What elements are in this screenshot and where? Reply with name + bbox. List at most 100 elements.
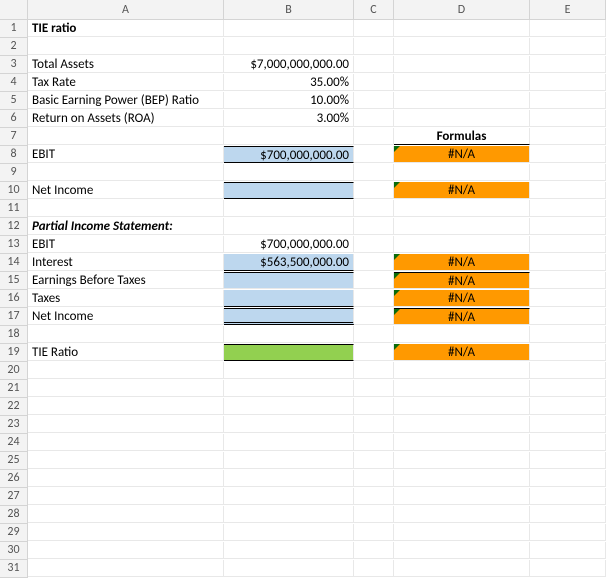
row-header-30[interactable]: 30 xyxy=(0,542,28,560)
row-header-9[interactable]: 9 xyxy=(0,164,28,182)
cell-A19[interactable]: TIE Ratio xyxy=(28,344,224,361)
cell-D8[interactable]: #N/A xyxy=(394,146,530,163)
cell-B23[interactable] xyxy=(224,416,354,433)
cell-D12[interactable] xyxy=(394,218,530,235)
cell-B22[interactable] xyxy=(224,398,354,415)
col-header-B[interactable]: B xyxy=(224,0,354,20)
row-header-23[interactable]: 23 xyxy=(0,416,28,434)
cell-E23[interactable] xyxy=(530,416,606,433)
cell-E10[interactable] xyxy=(530,182,606,199)
cell-C14[interactable] xyxy=(354,254,394,271)
cell-A26[interactable] xyxy=(28,470,224,487)
cell-A10[interactable]: Net Income xyxy=(28,182,224,199)
cell-B2[interactable] xyxy=(224,38,354,55)
cell-B7[interactable] xyxy=(224,128,354,145)
cell-C2[interactable] xyxy=(354,38,394,55)
row-header-28[interactable]: 28 xyxy=(0,506,28,524)
cell-C1[interactable] xyxy=(354,20,394,37)
cell-E1[interactable] xyxy=(530,20,606,37)
cell-C8[interactable] xyxy=(354,146,394,163)
cell-C29[interactable] xyxy=(354,524,394,541)
row-header-6[interactable]: 6 xyxy=(0,110,28,128)
cell-D14[interactable]: #N/A xyxy=(394,254,530,271)
cell-D7[interactable]: Formulas xyxy=(394,128,530,145)
row-header-13[interactable]: 13 xyxy=(0,236,28,254)
cell-A4[interactable]: Tax Rate xyxy=(28,74,224,91)
cell-E14[interactable] xyxy=(530,254,606,271)
cell-B24[interactable] xyxy=(224,434,354,451)
cell-B13[interactable]: $700,000,000.00 xyxy=(224,236,354,253)
cell-D22[interactable] xyxy=(394,398,530,415)
cell-C26[interactable] xyxy=(354,470,394,487)
cell-C23[interactable] xyxy=(354,416,394,433)
cell-A20[interactable] xyxy=(28,362,224,379)
cell-D17[interactable]: #N/A xyxy=(394,308,530,325)
cell-D10[interactable]: #N/A xyxy=(394,182,530,199)
cell-E6[interactable] xyxy=(530,110,606,127)
cell-B26[interactable] xyxy=(224,470,354,487)
cell-B28[interactable] xyxy=(224,506,354,523)
cell-D2[interactable] xyxy=(394,38,530,55)
cell-D9[interactable] xyxy=(394,164,530,181)
cell-B12[interactable] xyxy=(224,218,354,235)
row-header-11[interactable]: 11 xyxy=(0,200,28,218)
cell-C4[interactable] xyxy=(354,74,394,91)
cell-E22[interactable] xyxy=(530,398,606,415)
cell-C19[interactable] xyxy=(354,344,394,361)
cell-E4[interactable] xyxy=(530,74,606,91)
cell-C20[interactable] xyxy=(354,362,394,379)
cell-B5[interactable]: 10.00% xyxy=(224,92,354,109)
cell-E8[interactable] xyxy=(530,146,606,163)
cell-D16[interactable]: #N/A xyxy=(394,290,530,307)
row-header-14[interactable]: 14 xyxy=(0,254,28,272)
cell-A1[interactable]: TIE ratio xyxy=(28,20,224,37)
cell-D11[interactable] xyxy=(394,200,530,217)
cell-B3[interactable]: $7,000,000,000.00 xyxy=(224,56,354,73)
cell-D23[interactable] xyxy=(394,416,530,433)
cell-B18[interactable] xyxy=(224,326,354,343)
cell-A28[interactable] xyxy=(28,506,224,523)
row-header-26[interactable]: 26 xyxy=(0,470,28,488)
cell-A31[interactable] xyxy=(28,560,224,577)
cell-E17[interactable] xyxy=(530,308,606,325)
cell-D18[interactable] xyxy=(394,326,530,343)
cell-D28[interactable] xyxy=(394,506,530,523)
cell-A3[interactable]: Total Assets xyxy=(28,56,224,73)
row-header-17[interactable]: 17 xyxy=(0,308,28,326)
cell-A6[interactable]: Return on Assets (ROA) xyxy=(28,110,224,127)
cell-A17[interactable]: Net Income xyxy=(28,308,224,325)
cell-C30[interactable] xyxy=(354,542,394,559)
cell-B11[interactable] xyxy=(224,200,354,217)
cell-C10[interactable] xyxy=(354,182,394,199)
cell-D21[interactable] xyxy=(394,380,530,397)
cell-C21[interactable] xyxy=(354,380,394,397)
cell-E11[interactable] xyxy=(530,200,606,217)
cell-E29[interactable] xyxy=(530,524,606,541)
row-header-20[interactable]: 20 xyxy=(0,362,28,380)
cell-A27[interactable] xyxy=(28,488,224,505)
cell-E13[interactable] xyxy=(530,236,606,253)
cell-E9[interactable] xyxy=(530,164,606,181)
cell-A22[interactable] xyxy=(28,398,224,415)
cell-C16[interactable] xyxy=(354,290,394,307)
row-header-25[interactable]: 25 xyxy=(0,452,28,470)
col-header-E[interactable]: E xyxy=(530,0,606,20)
cell-E28[interactable] xyxy=(530,506,606,523)
cell-C3[interactable] xyxy=(354,56,394,73)
cell-C11[interactable] xyxy=(354,200,394,217)
cell-D19[interactable]: #N/A xyxy=(394,344,530,361)
cell-E2[interactable] xyxy=(530,38,606,55)
cell-C6[interactable] xyxy=(354,110,394,127)
cell-A21[interactable] xyxy=(28,380,224,397)
cell-E18[interactable] xyxy=(530,326,606,343)
cell-D20[interactable] xyxy=(394,362,530,379)
cell-A29[interactable] xyxy=(28,524,224,541)
cell-E31[interactable] xyxy=(530,560,606,577)
cell-C9[interactable] xyxy=(354,164,394,181)
row-header-29[interactable]: 29 xyxy=(0,524,28,542)
cell-E20[interactable] xyxy=(530,362,606,379)
cell-B21[interactable] xyxy=(224,380,354,397)
cell-D27[interactable] xyxy=(394,488,530,505)
cell-B10[interactable] xyxy=(224,182,354,199)
cell-C22[interactable] xyxy=(354,398,394,415)
